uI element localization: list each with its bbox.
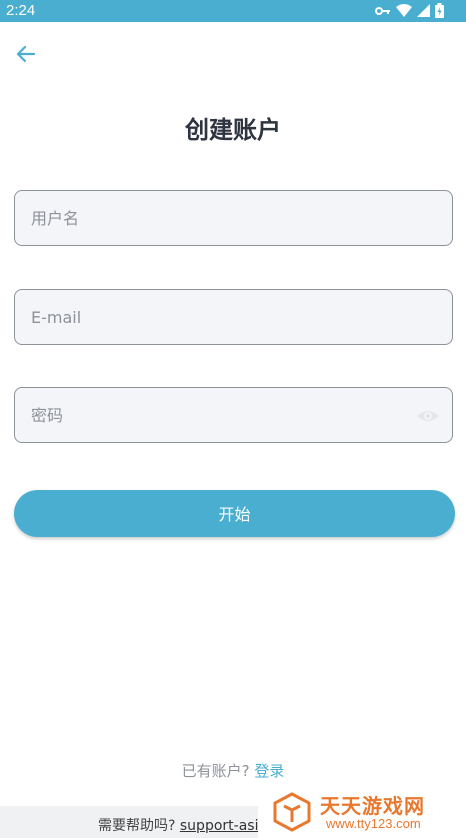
status-time: 2:24 — [6, 2, 36, 19]
back-button[interactable] — [12, 40, 40, 68]
username-input[interactable] — [31, 191, 411, 245]
watermark: 天天游戏网 www.tty123.com — [258, 786, 466, 838]
email-field[interactable] — [14, 289, 453, 345]
password-field[interactable] — [14, 387, 453, 443]
password-input[interactable] — [31, 388, 411, 442]
start-button[interactable]: 开始 — [14, 490, 455, 537]
help-text: 需要帮助吗? support-asi — [98, 815, 258, 835]
email-input[interactable] — [31, 290, 411, 344]
battery-icon — [435, 3, 444, 18]
support-link[interactable]: support-asi — [180, 818, 259, 834]
have-account-text: 已有账户? — [181, 762, 250, 780]
watermark-title: 天天游戏网 — [320, 794, 425, 818]
help-prefix: 需要帮助吗? — [98, 818, 176, 834]
watermark-url: www.tty123.com — [326, 816, 421, 831]
watermark-logo-icon — [273, 792, 311, 832]
arrow-left-icon — [16, 45, 36, 63]
login-link[interactable]: 登录 — [254, 762, 284, 780]
login-row: 已有账户? 登录 — [0, 760, 466, 781]
eye-icon[interactable] — [416, 404, 440, 428]
vpn-key-icon — [375, 6, 390, 15]
wifi-icon — [396, 4, 412, 17]
username-field[interactable] — [14, 190, 453, 246]
page-title: 创建账户 — [185, 116, 281, 144]
signal-icon — [417, 4, 430, 17]
status-bar: 2:24 — [0, 0, 466, 22]
status-icons — [375, 3, 444, 18]
